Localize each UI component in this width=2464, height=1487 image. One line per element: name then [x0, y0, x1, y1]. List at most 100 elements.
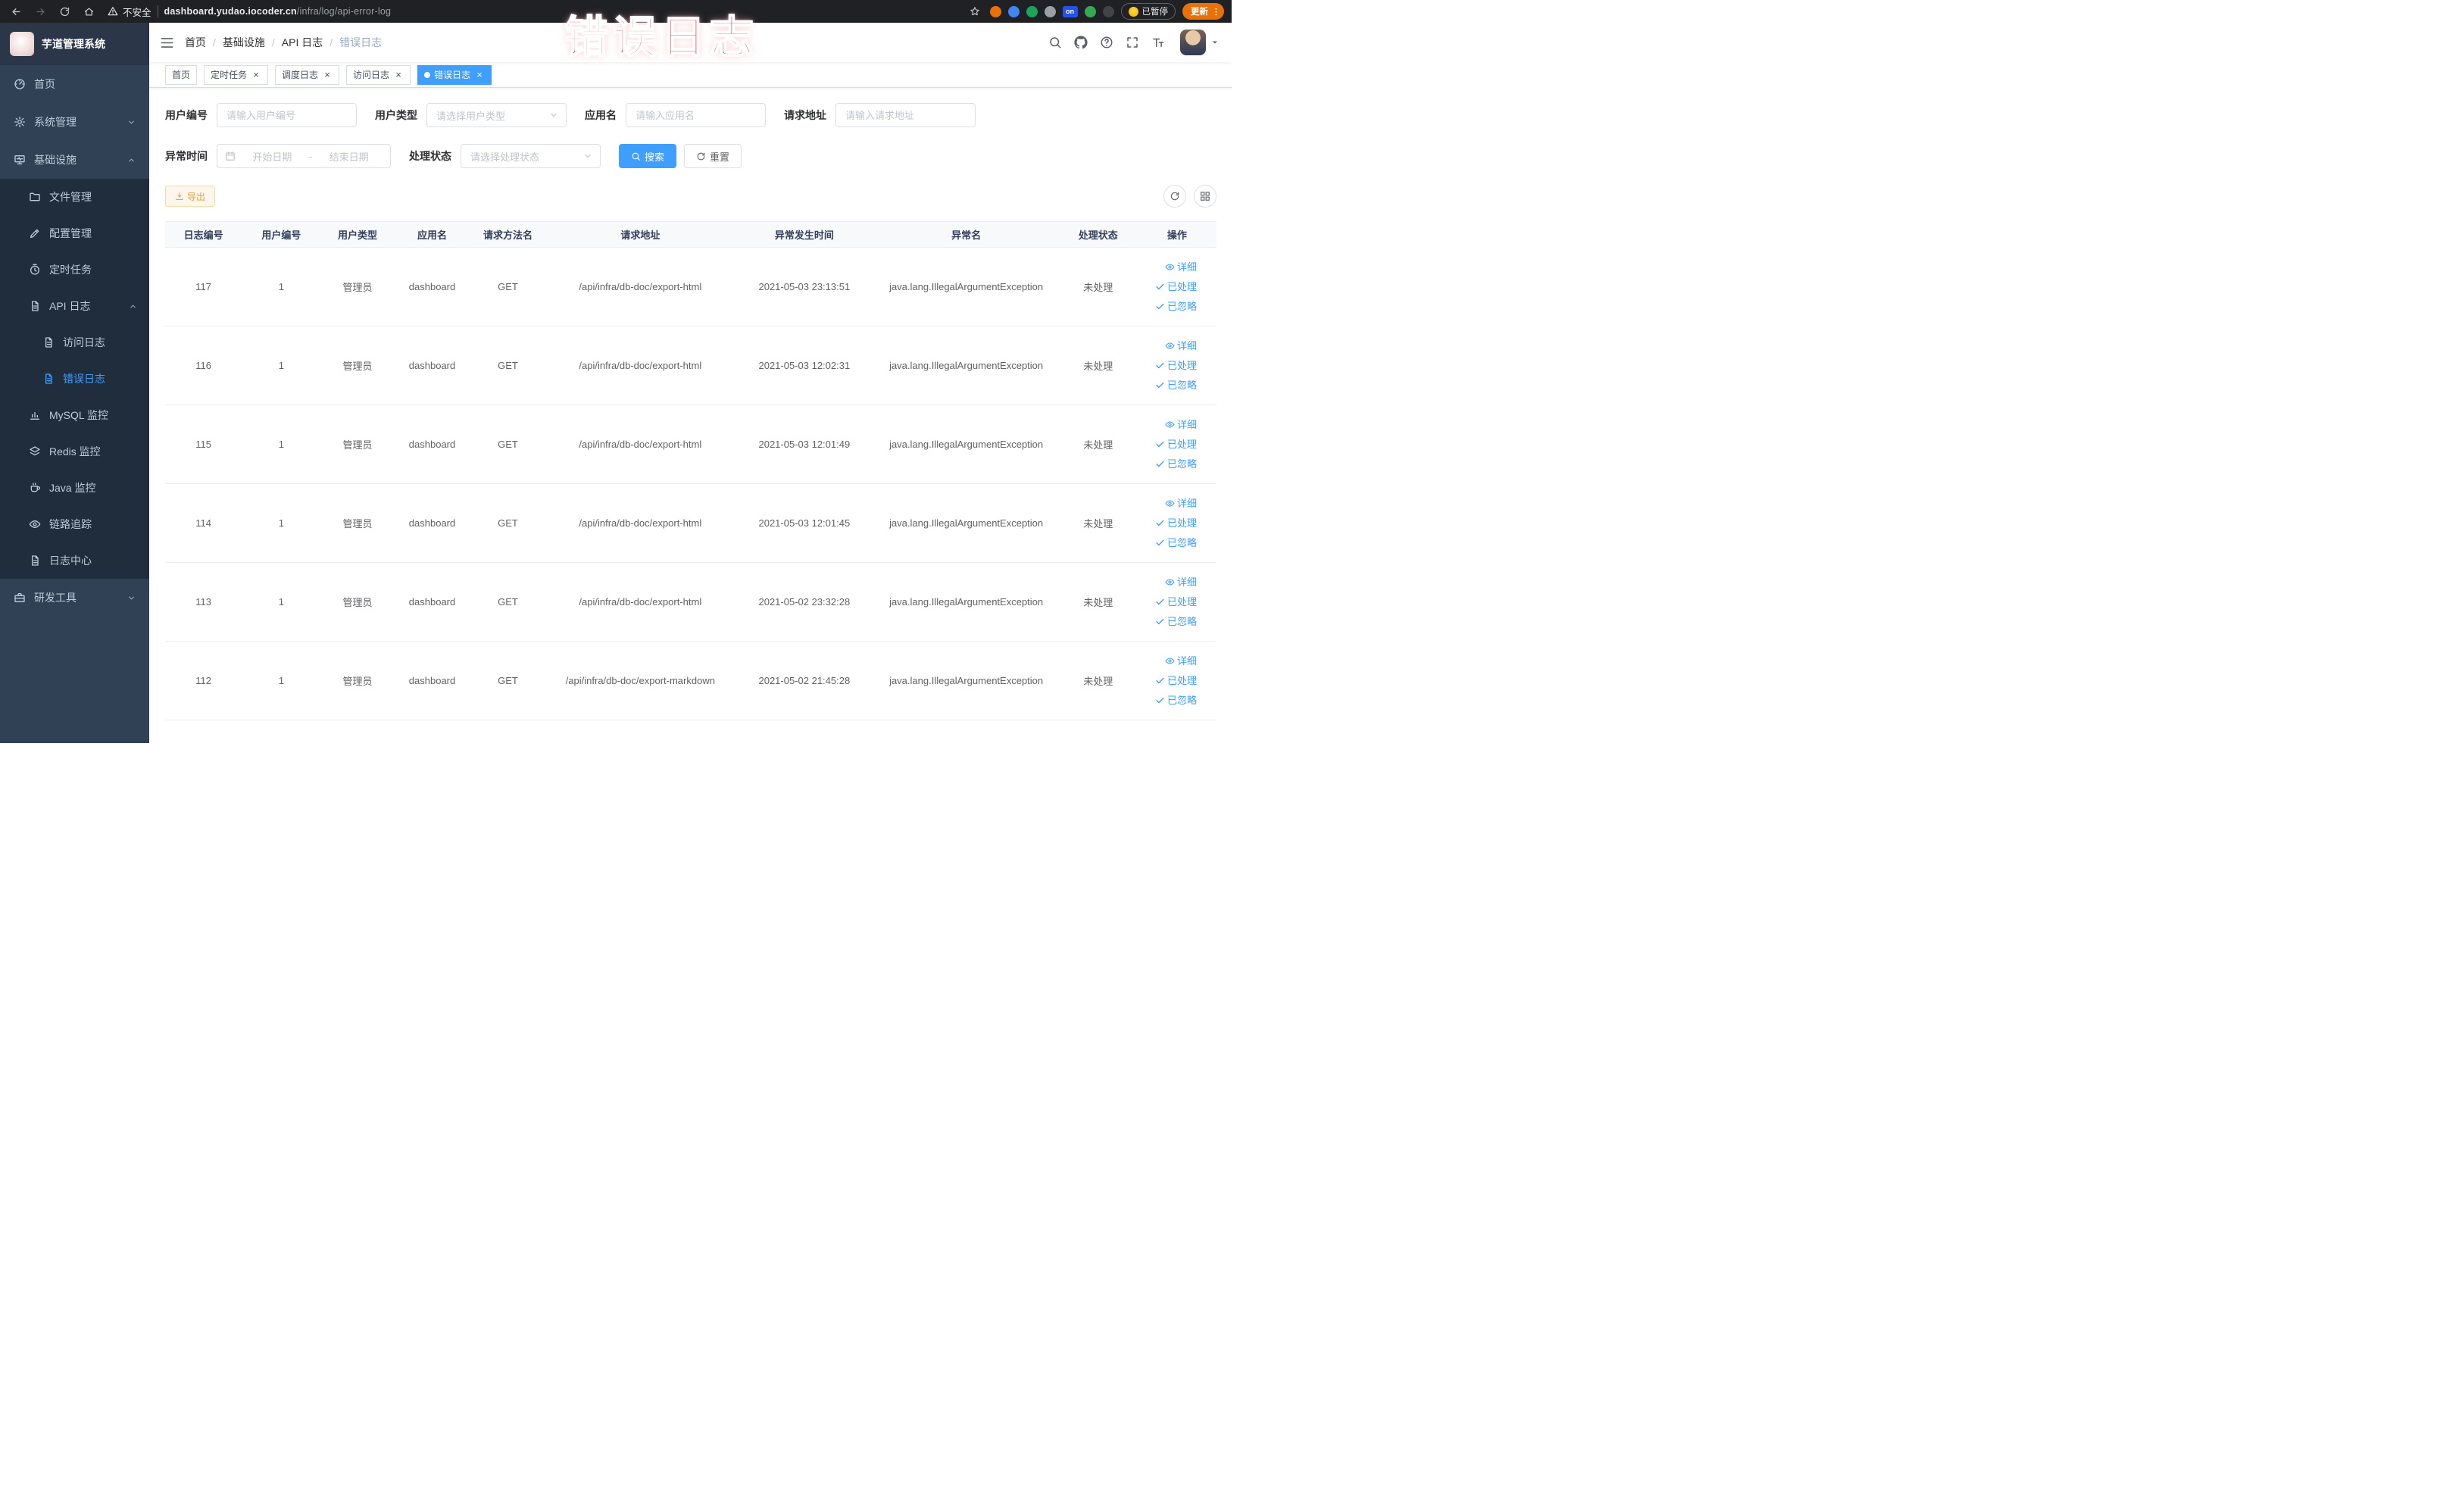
app-name-input[interactable] — [626, 103, 766, 127]
navbar-actions — [1048, 30, 1220, 55]
cell-user_id: 1 — [242, 405, 321, 484]
action-ignore[interactable]: 已忽略 — [1141, 376, 1197, 395]
cell-url: /api/infra/db-doc/export-html — [545, 326, 735, 405]
process-status-select[interactable]: 请选择处理状态 — [461, 144, 601, 168]
extension-green-icon[interactable] — [1026, 5, 1038, 17]
sidebar-item-Redis 监控[interactable]: Redis 监控 — [0, 433, 149, 470]
home-button[interactable] — [80, 3, 97, 20]
sidebar-item-基础设施[interactable]: 基础设施 — [0, 141, 149, 179]
tab-调度日志[interactable]: 调度日志 × — [275, 64, 340, 85]
extension-leaf-icon[interactable] — [1084, 5, 1096, 17]
sidebar-item-定时任务[interactable]: 定时任务 — [0, 251, 149, 288]
reload-button[interactable] — [56, 3, 73, 20]
sidebar-item-首页[interactable]: 首页 — [0, 65, 149, 103]
sidebar-item-访问日志[interactable]: 访问日志 — [0, 324, 149, 361]
action-processed[interactable]: 已处理 — [1141, 435, 1197, 455]
refresh-button[interactable] — [1163, 185, 1186, 208]
update-label: 更新 — [1191, 8, 1208, 17]
exception-time-range-picker[interactable]: 开始日期 - 结束日期 — [217, 144, 391, 168]
sidebar-item-MySQL 监控[interactable]: MySQL 监控 — [0, 397, 149, 433]
sidebar-item-API 日志[interactable]: API 日志 — [0, 288, 149, 324]
action-processed[interactable]: 已处理 — [1141, 277, 1197, 297]
cell-id: 114 — [165, 483, 242, 563]
extension-dark-icon[interactable] — [1102, 5, 1114, 17]
reset-button[interactable]: 重置 — [684, 144, 742, 168]
sidebar-item-配置管理[interactable]: 配置管理 — [0, 215, 149, 251]
action-processed[interactable]: 已处理 — [1141, 592, 1197, 612]
sidebar-item-错误日志[interactable]: 错误日志 — [0, 361, 149, 397]
tab-错误日志[interactable]: 错误日志 × — [417, 64, 492, 85]
calendar-icon — [225, 151, 236, 161]
cell-app: dashboard — [394, 562, 470, 642]
address-bar[interactable]: dashboard.yudao.iocoder.cn/infra/log/api… — [164, 6, 960, 17]
check-icon — [1155, 361, 1165, 370]
extension-gray-icon[interactable] — [1044, 5, 1056, 17]
back-button[interactable] — [8, 3, 24, 20]
sidebar-item-研发工具[interactable]: 研发工具 — [0, 579, 149, 617]
action-processed[interactable]: 已处理 — [1141, 356, 1197, 376]
breadcrumb-item[interactable]: 基础设施 — [223, 35, 265, 50]
request-url-input[interactable] — [835, 103, 976, 127]
sidebar-item-文件管理[interactable]: 文件管理 — [0, 179, 149, 215]
action-ignore[interactable]: 已忽略 — [1141, 297, 1197, 317]
sidebar-menu: 首页 系统管理 基础设施 文件管理 配置管理 定时任务 API 日志 访问日志 错误日志 MySQ… — [0, 65, 149, 743]
breadcrumb-item[interactable]: 首页 — [185, 35, 206, 50]
tab-访问日志[interactable]: 访问日志 × — [346, 64, 411, 85]
extension-blue-icon[interactable] — [1007, 5, 1020, 17]
action-detail[interactable]: 详细 — [1141, 573, 1197, 592]
sidebar-item-日志中心[interactable]: 日志中心 — [0, 542, 149, 579]
cell-app: dashboard — [394, 483, 470, 563]
action-processed[interactable]: 已处理 — [1141, 671, 1197, 691]
action-detail[interactable]: 详细 — [1141, 494, 1197, 514]
logo[interactable]: 芋道管理系统 — [0, 23, 149, 65]
action-detail[interactable]: 详细 — [1141, 415, 1197, 435]
chevron-up-icon — [127, 156, 136, 164]
action-ignore[interactable]: 已忽略 — [1141, 612, 1197, 632]
sidebar-toggle-button[interactable] — [160, 36, 174, 50]
sidebar-item-系统管理[interactable]: 系统管理 — [0, 103, 149, 141]
export-button[interactable]: 导出 — [165, 186, 216, 207]
chrome-update-button[interactable]: 更新 — [1182, 3, 1224, 20]
tab-定时任务[interactable]: 定时任务 × — [204, 64, 269, 85]
action-detail[interactable]: 详细 — [1141, 336, 1197, 356]
cell-user_id: 1 — [242, 483, 321, 563]
cell-url: /api/infra/db-doc/export-html — [545, 405, 735, 484]
action-ignore[interactable]: 已忽略 — [1141, 455, 1197, 474]
search-button[interactable] — [1048, 36, 1062, 49]
tab-close-icon[interactable]: × — [251, 70, 261, 80]
tab-close-icon[interactable]: × — [474, 70, 485, 80]
github-button[interactable] — [1074, 36, 1088, 49]
help-button[interactable] — [1100, 36, 1113, 49]
security-indicator[interactable]: 不安全 — [108, 5, 151, 19]
check-icon — [1155, 282, 1165, 292]
user-type-select[interactable]: 请选择用户类型 — [426, 103, 567, 127]
select-placeholder: 请选择处理状态 — [470, 151, 540, 163]
extension-on-badge-icon[interactable]: on — [1062, 5, 1078, 17]
bookmark-star-button[interactable] — [967, 3, 983, 20]
action-label: 已忽略 — [1166, 536, 1197, 548]
extension-orange-icon[interactable] — [989, 5, 1001, 17]
breadcrumb-item[interactable]: API 日志 — [282, 35, 323, 50]
forward-button[interactable] — [32, 3, 48, 20]
cell-method: GET — [470, 247, 546, 326]
action-processed[interactable]: 已处理 — [1141, 514, 1197, 533]
search-button[interactable]: 搜索 — [619, 144, 677, 168]
paused-extension-badge[interactable]: 已暂停 — [1120, 3, 1176, 20]
action-ignore[interactable]: 已忽略 — [1141, 533, 1197, 553]
column-header: 请求方法名 — [470, 221, 546, 248]
end-date-placeholder: 结束日期 — [329, 151, 369, 163]
fullscreen-button[interactable] — [1126, 36, 1139, 49]
user-menu[interactable] — [1180, 30, 1220, 55]
action-ignore[interactable]: 已忽略 — [1141, 691, 1197, 711]
sidebar-item-链路追踪[interactable]: 链路追踪 — [0, 506, 149, 542]
sidebar-item-Java 监控[interactable]: Java 监控 — [0, 470, 149, 506]
tab-close-icon[interactable]: × — [322, 70, 333, 80]
tab-首页[interactable]: 首页 — [165, 64, 198, 85]
user-id-input[interactable] — [217, 103, 357, 127]
action-detail[interactable]: 详细 — [1141, 651, 1197, 671]
action-detail[interactable]: 详细 — [1141, 258, 1197, 277]
search-icon — [631, 152, 641, 161]
tab-close-icon[interactable]: × — [393, 70, 404, 80]
grid-button[interactable] — [1194, 185, 1216, 208]
font-size-button[interactable] — [1151, 36, 1165, 49]
